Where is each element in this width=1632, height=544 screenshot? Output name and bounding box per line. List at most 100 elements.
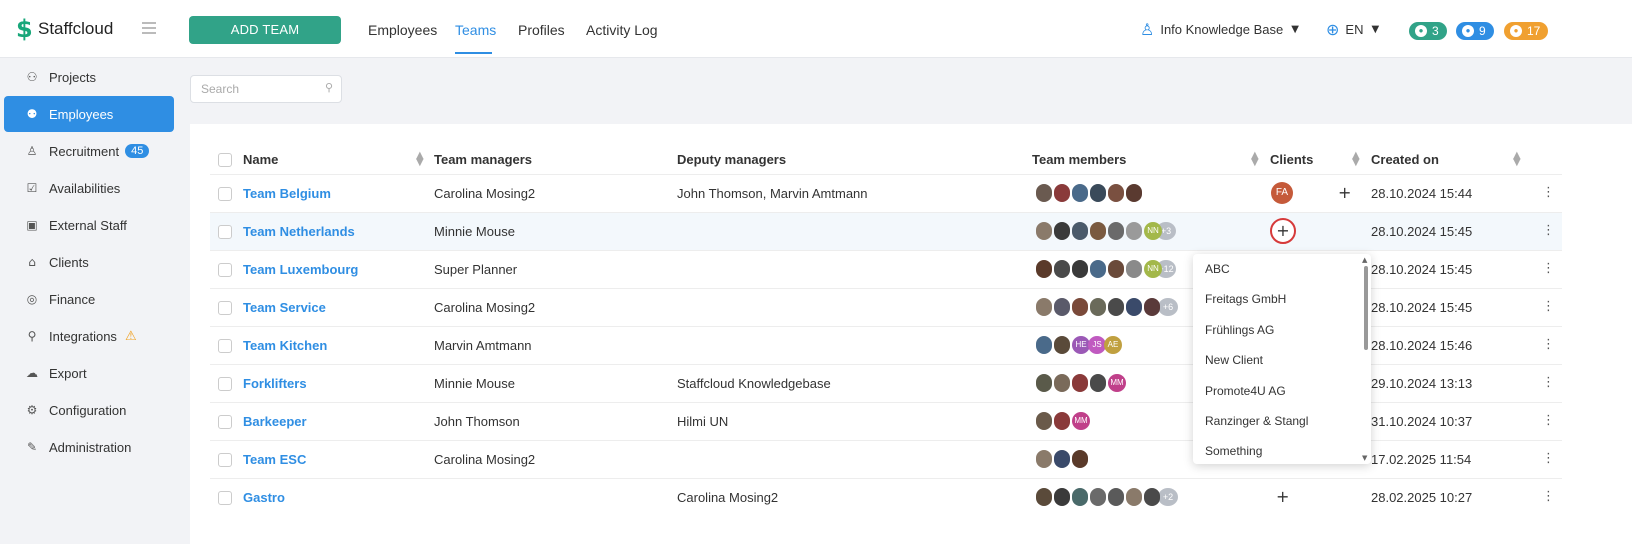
- scroll-up-arrow[interactable]: ▲: [1362, 256, 1367, 264]
- column-header-name[interactable]: Name: [243, 152, 278, 167]
- search-input[interactable]: Search ⚲: [190, 75, 342, 103]
- scroll-down-arrow[interactable]: ▼: [1362, 454, 1367, 462]
- row-checkbox[interactable]: [218, 453, 232, 467]
- team-members-avatars[interactable]: +2: [1036, 488, 1178, 506]
- tab-activity-log[interactable]: Activity Log: [586, 22, 658, 38]
- sort-icon[interactable]: ▲ ▼: [1352, 151, 1360, 168]
- row-checkbox[interactable]: [218, 339, 232, 353]
- team-name-link[interactable]: Forklifters: [243, 376, 307, 391]
- table-row[interactable]: Team Belgium Carolina Mosing2 John Thomson…: [210, 174, 1562, 212]
- team-name-link[interactable]: Team Belgium: [243, 186, 331, 201]
- row-checkbox[interactable]: [218, 263, 232, 277]
- notifications-badge[interactable]: ● 9: [1456, 22, 1494, 40]
- team-members-avatars[interactable]: [1036, 450, 1090, 468]
- sidebar-item-external-staff[interactable]: ▣ External Staff: [4, 207, 174, 243]
- kebab-menu-icon[interactable]: ⋮: [1542, 337, 1555, 352]
- hamburger-menu-icon[interactable]: [142, 22, 156, 34]
- chat-icon: ●: [1415, 25, 1427, 37]
- row-checkbox[interactable]: [218, 301, 232, 315]
- kebab-menu-icon[interactable]: ⋮: [1542, 451, 1555, 466]
- tab-teams[interactable]: Teams: [455, 22, 496, 38]
- row-checkbox[interactable]: [218, 377, 232, 391]
- row-checkbox[interactable]: [218, 187, 232, 201]
- team-members-avatars[interactable]: NN +3: [1036, 222, 1176, 240]
- team-name-link[interactable]: Team Service: [243, 300, 326, 315]
- sidebar-item-availabilities[interactable]: ☑ Availabilities: [4, 170, 174, 206]
- sidebar-item-employees[interactable]: ⚉ Employees: [4, 96, 174, 132]
- sidebar-item-integrations[interactable]: ⚲ Integrations ⚠: [4, 318, 174, 354]
- kebab-menu-icon[interactable]: ⋮: [1542, 261, 1555, 276]
- row-checkbox[interactable]: [218, 225, 232, 239]
- team-members-avatars[interactable]: [1036, 184, 1144, 202]
- client-option[interactable]: Something: [1205, 444, 1262, 458]
- kebab-menu-icon[interactable]: ⋮: [1542, 489, 1555, 504]
- team-managers: John Thomson: [434, 414, 520, 429]
- sidebar-item-clients[interactable]: ⌂ Clients: [4, 244, 174, 280]
- select-all-checkbox[interactable]: [218, 153, 232, 167]
- team-members-avatars[interactable]: NN +12: [1036, 260, 1176, 278]
- dropdown-scrollbar[interactable]: [1364, 266, 1368, 350]
- sidebar-item-configuration[interactable]: ⚙ Configuration: [4, 392, 174, 428]
- reminders-badge[interactable]: ● 17: [1504, 22, 1549, 40]
- team-name-link[interactable]: Team ESC: [243, 452, 306, 467]
- sidebar-item-finance[interactable]: ◎ Finance: [4, 281, 174, 317]
- knowledge-base-selector[interactable]: ♙ Info Knowledge Base ▼: [1140, 20, 1299, 39]
- notifications-count: 9: [1479, 24, 1486, 38]
- person-icon: ♙: [26, 144, 38, 158]
- client-option[interactable]: New Client: [1205, 353, 1263, 367]
- avatar-initials: NN: [1144, 222, 1162, 240]
- wrench-icon: ✎: [26, 440, 38, 454]
- team-members-avatars[interactable]: HE JS AE: [1036, 336, 1122, 354]
- sidebar-item-projects[interactable]: ⚇ Projects: [4, 59, 174, 95]
- kebab-menu-icon[interactable]: ⋮: [1542, 413, 1555, 428]
- sidebar-item-recruitment[interactable]: ♙ Recruitment 45: [4, 133, 174, 169]
- language-selector[interactable]: ⊕ EN ▼: [1326, 20, 1379, 39]
- client-option[interactable]: Frühlings AG: [1205, 323, 1274, 337]
- team-name-link[interactable]: Team Luxembourg: [243, 262, 358, 277]
- sidebar-item-export[interactable]: ☁ Export: [4, 355, 174, 391]
- team-name-link[interactable]: Gastro: [243, 490, 285, 505]
- avatar: [1054, 298, 1070, 316]
- client-option[interactable]: Promote4U AG: [1205, 384, 1286, 398]
- team-members-avatars[interactable]: MM: [1036, 374, 1126, 392]
- kebab-menu-icon[interactable]: ⋮: [1542, 223, 1555, 238]
- sidebar-item-label: Clients: [49, 254, 89, 270]
- sort-icon[interactable]: ▲ ▼: [1513, 151, 1521, 168]
- more-members-count[interactable]: +2: [1158, 488, 1178, 506]
- team-name-link[interactable]: Team Netherlands: [243, 224, 355, 239]
- sort-icon[interactable]: ▲ ▼: [416, 151, 424, 168]
- team-members-avatars[interactable]: +6: [1036, 298, 1178, 316]
- table-row[interactable]: Team Netherlands Minnie Mouse NN +3 +28.10.2…: [210, 212, 1562, 250]
- row-checkbox[interactable]: [218, 491, 232, 505]
- messages-badge[interactable]: ● 3: [1409, 22, 1447, 40]
- team-name-link[interactable]: Barkeeper: [243, 414, 307, 429]
- tab-employees[interactable]: Employees: [368, 22, 437, 38]
- client-avatar[interactable]: FA: [1271, 182, 1293, 204]
- client-select-dropdown[interactable]: ▲ ▼ ABC Freitags GmbH Frühlings AG New Clie…: [1193, 254, 1371, 464]
- add-team-button[interactable]: ADD TEAM: [189, 16, 341, 44]
- cloud-upload-icon: ☁: [26, 366, 38, 380]
- kebab-menu-icon[interactable]: ⋮: [1542, 375, 1555, 390]
- column-header-created-on[interactable]: Created on: [1371, 152, 1439, 167]
- search-icon: ⚲: [324, 81, 333, 94]
- add-client-icon[interactable]: +: [1270, 218, 1296, 244]
- sidebar-item-administration[interactable]: ✎ Administration: [4, 429, 174, 465]
- table-row[interactable]: Gastro Carolina Mosing2 +2 +28.02.2025 10:2…: [210, 478, 1562, 516]
- kebab-menu-icon[interactable]: ⋮: [1542, 299, 1555, 314]
- client-option[interactable]: Ranzinger & Stangl: [1205, 414, 1308, 428]
- more-members-count[interactable]: +6: [1158, 298, 1178, 316]
- add-client-icon[interactable]: +: [1276, 487, 1289, 506]
- team-members-avatars[interactable]: MM: [1036, 412, 1090, 430]
- created-on: 28.10.2024 15:45: [1371, 300, 1473, 315]
- row-checkbox[interactable]: [218, 415, 232, 429]
- caret-down-icon: ▼: [1291, 24, 1299, 35]
- team-name-link[interactable]: Team Kitchen: [243, 338, 327, 353]
- client-option[interactable]: ABC: [1205, 262, 1230, 276]
- tab-profiles[interactable]: Profiles: [518, 22, 565, 38]
- kebab-menu-icon[interactable]: ⋮: [1542, 185, 1555, 200]
- client-option[interactable]: Freitags GmbH: [1205, 292, 1286, 306]
- avatar: [1054, 488, 1070, 506]
- add-client-icon[interactable]: +: [1338, 183, 1351, 202]
- sort-icon[interactable]: ▲ ▼: [1251, 151, 1259, 168]
- staffcloud-logo[interactable]: $: [16, 17, 34, 41]
